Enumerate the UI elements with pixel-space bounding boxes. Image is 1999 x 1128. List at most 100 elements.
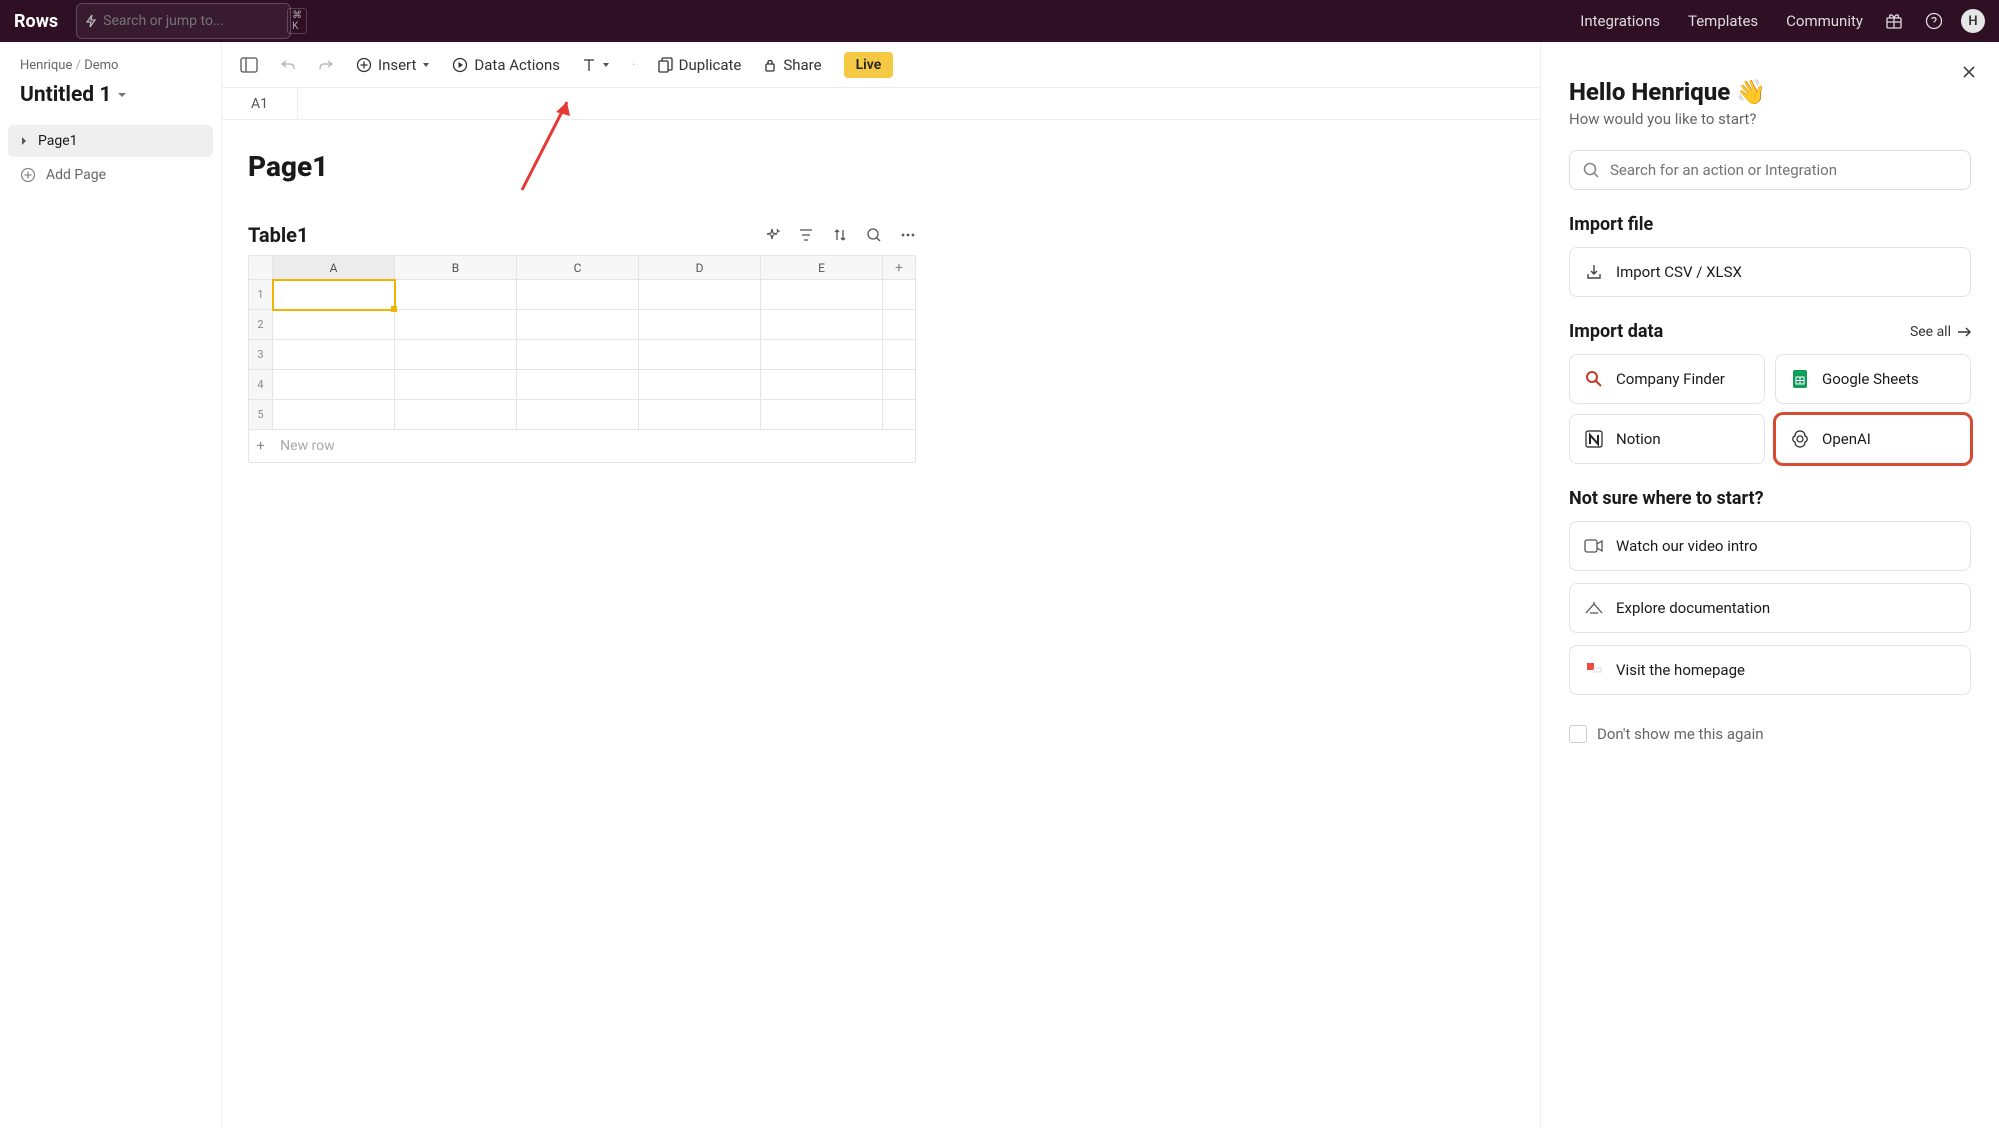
dont-show-again[interactable]: Don't show me this again — [1569, 725, 1971, 743]
redo-icon[interactable] — [318, 58, 334, 72]
cell[interactable] — [761, 280, 883, 310]
row-header[interactable]: 2 — [249, 310, 273, 340]
brand-logo[interactable]: Rows — [14, 11, 58, 32]
integration-google-sheets[interactable]: Google Sheets — [1775, 354, 1971, 404]
data-actions-button[interactable]: Data Actions — [452, 56, 560, 74]
cell[interactable] — [273, 400, 395, 430]
breadcrumb-folder[interactable]: Demo — [84, 58, 118, 73]
doc-title-row[interactable]: Untitled 1 — [8, 73, 213, 125]
cell[interactable] — [273, 280, 395, 310]
close-icon[interactable] — [1959, 62, 1979, 82]
breadcrumb-sep: / — [76, 58, 81, 73]
cell[interactable] — [517, 370, 639, 400]
more-icon[interactable] — [900, 227, 916, 243]
cell[interactable] — [639, 400, 761, 430]
cell[interactable] — [883, 370, 915, 400]
help-homepage[interactable]: Visit the homepage — [1569, 645, 1971, 695]
doc-menu-caret-icon[interactable] — [117, 90, 127, 100]
help-label: Explore documentation — [1616, 599, 1770, 617]
integration-openai[interactable]: OpenAI — [1775, 414, 1971, 464]
insert-button[interactable]: Insert — [356, 56, 430, 74]
ai-sparkle-icon[interactable] — [764, 227, 780, 243]
nav-community[interactable]: Community — [1786, 12, 1863, 30]
global-search-input[interactable] — [103, 13, 281, 29]
cell[interactable] — [395, 310, 517, 340]
cell[interactable] — [273, 340, 395, 370]
cell[interactable] — [639, 310, 761, 340]
page-title[interactable]: Page1 — [248, 150, 1514, 183]
nav-integrations[interactable]: Integrations — [1580, 12, 1660, 30]
sort-icon[interactable] — [832, 227, 848, 243]
cell[interactable] — [273, 370, 395, 400]
integration-notion[interactable]: Notion — [1569, 414, 1765, 464]
cell-reference[interactable]: A1 — [222, 88, 298, 119]
panel-search-input[interactable] — [1610, 161, 1958, 179]
cell[interactable] — [517, 400, 639, 430]
see-all-link[interactable]: See all — [1910, 324, 1971, 340]
breadcrumb-owner[interactable]: Henrique — [20, 58, 72, 73]
cell[interactable] — [761, 310, 883, 340]
cell[interactable] — [761, 370, 883, 400]
add-page[interactable]: Add Page — [8, 157, 213, 193]
global-search[interactable]: ⌘ K — [76, 3, 291, 39]
new-row[interactable]: + New row — [249, 430, 915, 462]
gift-icon[interactable] — [1885, 12, 1903, 30]
user-avatar[interactable]: H — [1961, 9, 1985, 33]
integration-label: OpenAI — [1822, 430, 1871, 448]
sidebar-toggle-icon[interactable] — [240, 57, 258, 73]
integration-company-finder[interactable]: Company Finder — [1569, 354, 1765, 404]
cell[interactable] — [517, 310, 639, 340]
filter-icon[interactable] — [798, 227, 814, 243]
help-documentation[interactable]: Explore documentation — [1569, 583, 1971, 633]
new-row-label: New row — [272, 430, 915, 462]
import-csv-card[interactable]: Import CSV / XLSX — [1569, 247, 1971, 297]
row-header[interactable]: 3 — [249, 340, 273, 370]
row-header[interactable]: 5 — [249, 400, 273, 430]
row-header[interactable]: 4 — [249, 370, 273, 400]
cell[interactable] — [517, 340, 639, 370]
share-button[interactable]: Share — [763, 56, 821, 74]
cell[interactable] — [761, 340, 883, 370]
cell[interactable] — [639, 340, 761, 370]
cell[interactable] — [395, 370, 517, 400]
nav-templates[interactable]: Templates — [1688, 12, 1758, 30]
cell[interactable] — [761, 400, 883, 430]
video-icon — [1584, 536, 1604, 556]
cell[interactable] — [395, 280, 517, 310]
cell[interactable] — [883, 280, 915, 310]
duplicate-button[interactable]: Duplicate — [658, 56, 742, 74]
cell[interactable] — [639, 370, 761, 400]
cell[interactable] — [273, 310, 395, 340]
spreadsheet[interactable]: A B C D E + 1 2 — [248, 255, 916, 463]
dont-show-checkbox[interactable] — [1569, 725, 1587, 743]
col-header[interactable]: C — [517, 256, 639, 280]
help-icon[interactable] — [1925, 12, 1943, 30]
add-column[interactable]: + — [883, 256, 915, 280]
cell[interactable] — [395, 400, 517, 430]
cell[interactable] — [517, 280, 639, 310]
col-header[interactable]: E — [761, 256, 883, 280]
text-format-button[interactable] — [582, 57, 610, 73]
col-header[interactable]: D — [639, 256, 761, 280]
search-table-icon[interactable] — [866, 227, 882, 243]
doc-icon — [1584, 598, 1604, 618]
cell[interactable] — [883, 340, 915, 370]
live-button[interactable]: Live — [844, 52, 894, 78]
table-name[interactable]: Table1 — [248, 223, 308, 247]
magnify-icon — [1584, 369, 1604, 389]
breadcrumb[interactable]: Henrique / Demo — [8, 58, 213, 73]
cell[interactable] — [395, 340, 517, 370]
col-header[interactable]: A — [273, 256, 395, 280]
panel-search[interactable] — [1569, 150, 1971, 190]
cell[interactable] — [639, 280, 761, 310]
cell[interactable] — [883, 310, 915, 340]
help-video-intro[interactable]: Watch our video intro — [1569, 521, 1971, 571]
col-header[interactable]: B — [395, 256, 517, 280]
undo-icon[interactable] — [280, 58, 296, 72]
share-label: Share — [783, 56, 821, 74]
sheet-corner[interactable] — [249, 256, 273, 280]
doc-title[interactable]: Untitled 1 — [20, 83, 111, 107]
page-item[interactable]: Page1 — [8, 125, 213, 157]
row-header[interactable]: 1 — [249, 280, 273, 310]
cell[interactable] — [883, 400, 915, 430]
